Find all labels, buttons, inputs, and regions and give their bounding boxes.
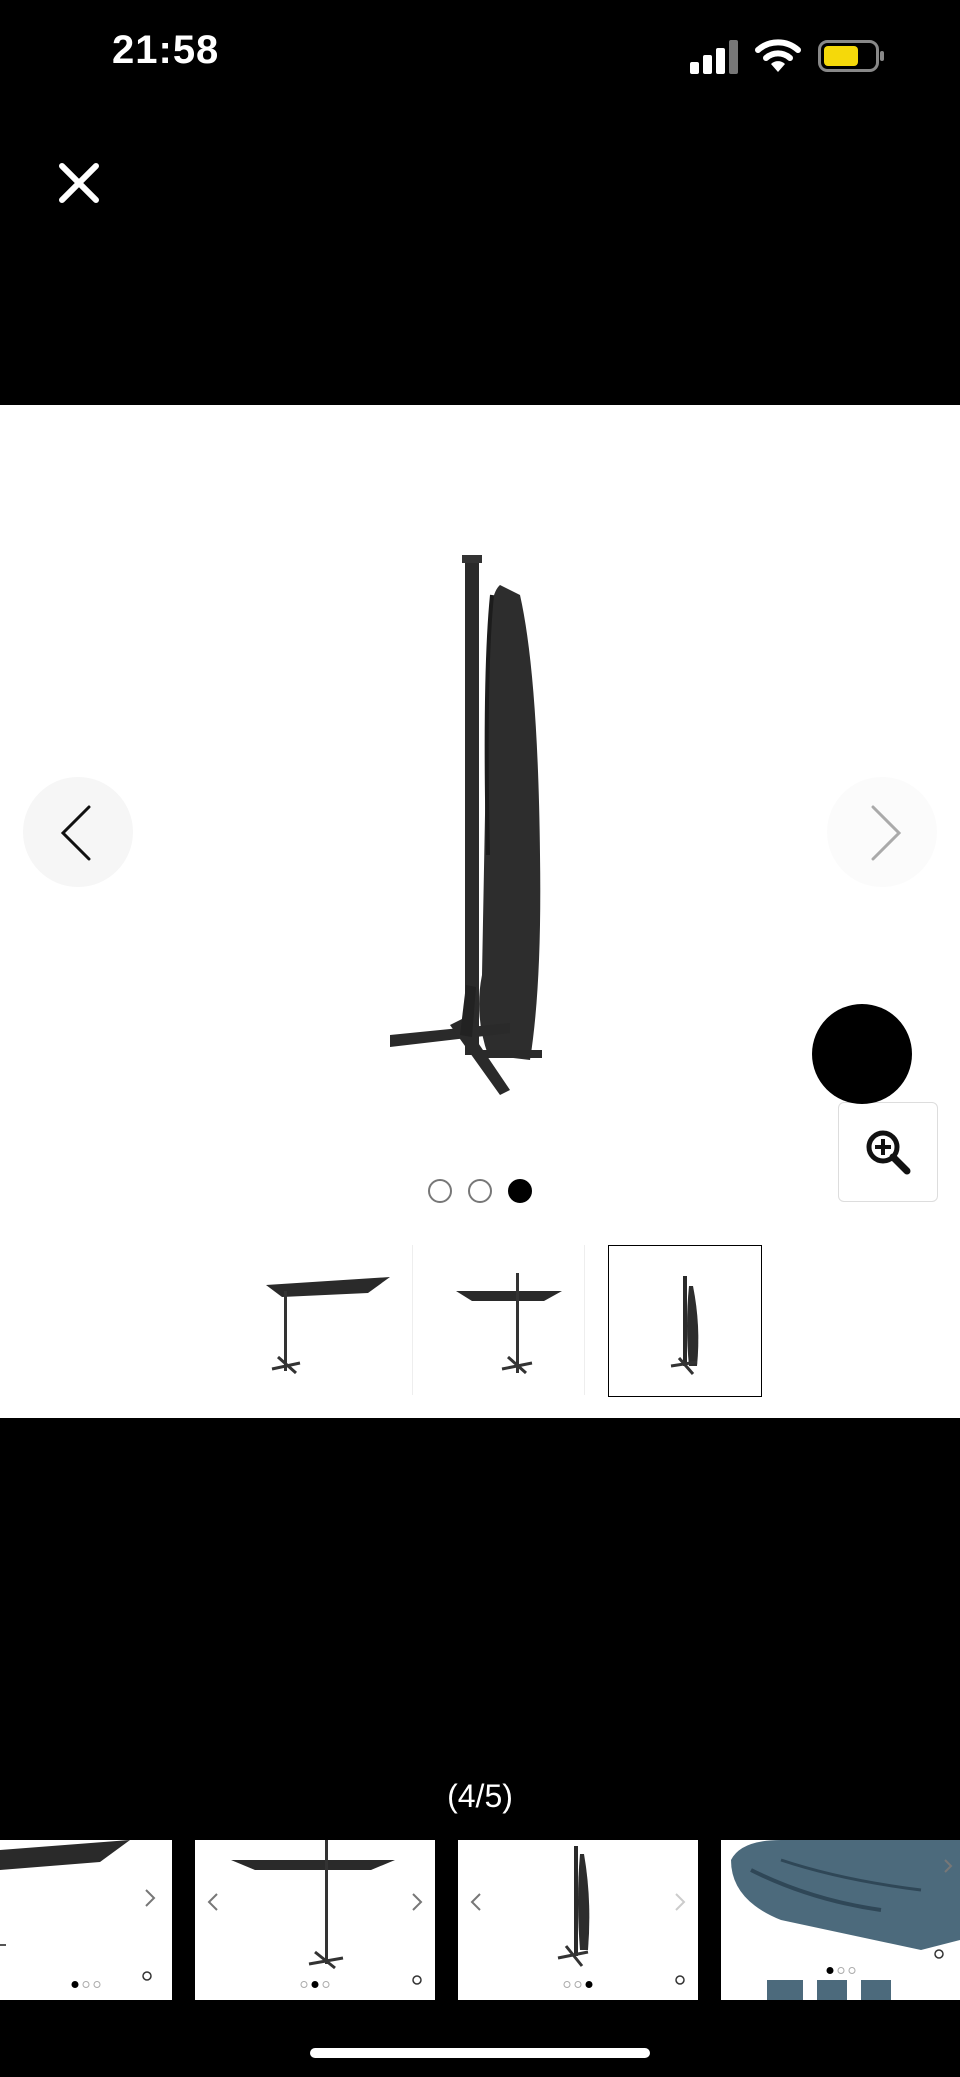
thumbnail-image — [207, 1840, 423, 1985]
image-counter: (4/5) — [447, 1778, 513, 1814]
thumbnail-image — [266, 1277, 390, 1375]
mini-dots — [300, 1981, 330, 1988]
thumbnail-image — [731, 1840, 960, 2000]
chevron-left-icon — [60, 805, 91, 861]
product-image-viewer — [0, 405, 960, 1418]
battery-icon — [818, 40, 884, 72]
wifi-icon — [755, 39, 801, 72]
thumbnail-image — [670, 1276, 699, 1375]
zoom-button[interactable] — [838, 1102, 938, 1202]
thumbnail-3[interactable] — [608, 1245, 762, 1397]
thumbnail-image — [470, 1846, 686, 1985]
next-image-button[interactable] — [827, 777, 937, 887]
carousel-dot-3[interactable] — [508, 1179, 532, 1203]
main-product-image — [390, 555, 542, 1095]
mini-dots — [71, 1981, 101, 1988]
carousel-dots — [428, 1179, 532, 1209]
status-time: 21:58 — [112, 28, 220, 72]
thumbnail-image — [0, 1840, 156, 1981]
close-icon[interactable] — [56, 160, 102, 206]
home-indicator[interactable] — [310, 2048, 650, 2058]
carousel-dot-2[interactable] — [468, 1179, 492, 1203]
zoom-in-icon — [866, 1130, 911, 1175]
carousel-dot-1[interactable] — [428, 1179, 452, 1203]
thumbnail-1[interactable] — [262, 1245, 413, 1395]
screenshot-thumbnail-6[interactable] — [721, 1840, 960, 2000]
mini-dots — [563, 1981, 593, 1988]
mini-dots — [826, 1967, 855, 1974]
thumbnail-2[interactable] — [432, 1245, 585, 1395]
screenshot-thumbnail-5[interactable] — [458, 1840, 698, 2000]
thumbnail-image — [456, 1273, 562, 1375]
previous-image-button[interactable] — [23, 777, 133, 887]
signal-icon — [690, 40, 738, 74]
floating-button-partial[interactable] — [812, 1004, 912, 1104]
chevron-right-icon — [871, 805, 902, 861]
screenshot-thumbnail-4[interactable] — [195, 1840, 435, 2000]
screenshot-thumbnail-3[interactable] — [0, 1840, 172, 2000]
